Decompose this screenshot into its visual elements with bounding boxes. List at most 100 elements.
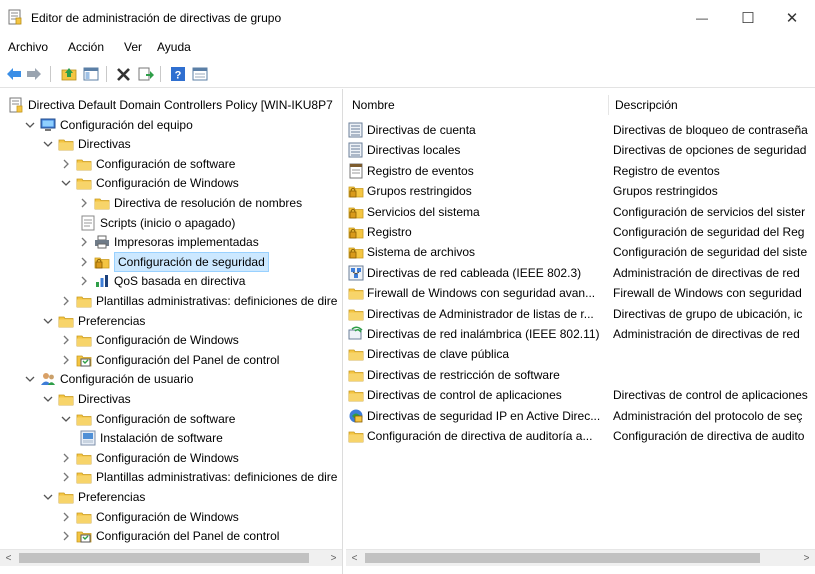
list-item[interactable]: Servicios del sistema Configuración de se… [346,202,815,222]
chevron-down-icon[interactable] [60,173,72,193]
list-item[interactable]: Directivas locales Directivas de opciones… [346,140,815,160]
chevron-right-icon[interactable] [60,350,72,370]
tree-item[interactable]: Directivas [0,389,342,409]
menu-ayuda[interactable]: Ayuda [157,40,191,54]
tree-item-label: Directivas [78,137,131,152]
chevron-right-icon[interactable] [60,507,72,527]
tree-item[interactable]: Directiva de resolución de nombres [0,193,342,213]
chevron-right-icon[interactable] [60,154,72,174]
tree-item[interactable]: Impresoras implementadas [0,232,342,252]
tree-item[interactable]: Configuración de software [0,409,342,429]
tree-item[interactable]: Instalación de software [0,428,342,448]
list-item[interactable]: Directivas de control de aplicaciones Dir… [346,385,815,405]
scroll-left-arrow-icon[interactable]: < [0,550,17,567]
chevron-down-icon[interactable] [24,369,36,389]
back-button[interactable] [5,65,23,83]
chevron-down-icon[interactable] [42,311,54,331]
tree-item[interactable]: Plantillas administrativas: definiciones… [0,467,342,487]
tree-item[interactable]: Configuración de Windows [0,507,342,527]
column-divider[interactable] [608,95,609,115]
chevron-down-icon[interactable] [42,134,54,154]
chevron-right-icon[interactable] [78,232,90,252]
column-header-description[interactable]: Descripción [615,95,678,115]
toolbar-separator [106,66,107,82]
list-item-description: Configuración de servicios del sister [613,204,806,219]
folder-icon [94,195,110,211]
column-header-name[interactable]: Nombre [352,95,395,115]
chevron-down-icon[interactable] [42,389,54,409]
menu-ver[interactable]: Ver [124,40,142,54]
tree-item[interactable]: Configuración del equipo [0,115,342,135]
up-one-level-button[interactable] [60,65,78,83]
list-item[interactable]: Grupos restringidos Grupos restringidos [346,181,815,201]
list-item[interactable]: Registro Configuración de seguridad del R… [346,222,815,242]
chevron-right-icon[interactable] [78,193,90,213]
chevron-right-icon[interactable] [60,448,72,468]
tree-item[interactable]: QoS basada en directiva [0,271,342,291]
show-hide-tree-button[interactable] [82,65,100,83]
help-button[interactable]: ? [169,65,187,83]
tree-item[interactable]: Configuración de software [0,154,342,174]
scroll-right-arrow-icon[interactable]: > [325,550,342,567]
list-horizontal-scrollbar[interactable]: < > [346,549,815,566]
tree-horizontal-scrollbar[interactable]: < > [0,549,342,566]
list-item-name: Directivas locales [367,143,461,158]
chevron-down-icon[interactable] [24,115,36,135]
chevron-right-icon[interactable] [60,291,72,311]
scroll-thumb[interactable] [365,553,760,563]
forward-button[interactable] [25,65,43,83]
list-item[interactable]: Configuración de directiva de auditoría … [346,426,815,446]
properties-button[interactable] [191,65,209,83]
export-list-button[interactable] [137,65,155,83]
list-item[interactable]: Directivas de restricción de software [346,365,815,385]
chevron-right-icon[interactable] [60,526,72,546]
list-item[interactable]: Firewall de Windows con seguridad avan..… [346,283,815,303]
tree-item[interactable]: Preferencias [0,311,342,331]
scroll-thumb[interactable] [19,553,309,563]
chevron-right-icon[interactable] [60,330,72,350]
script-icon [80,215,96,231]
tree-item[interactable]: Configuración de Windows [0,173,342,193]
tree-item[interactable]: Configuración de Windows [0,448,342,468]
chevron-down-icon[interactable] [60,409,72,429]
list-item[interactable]: Directivas de red inalámbrica (IEEE 802.… [346,324,815,344]
tree-item-label: Configuración de software [96,411,236,426]
list-item-name: Directivas de red cableada (IEEE 802.3) [367,265,582,280]
tree-item[interactable]: Plantillas administrativas: definiciones… [0,291,342,311]
list-item[interactable]: Directivas de cuenta Directivas de bloque… [346,120,815,140]
list-item[interactable]: Directivas de red cableada (IEEE 802.3) A… [346,263,815,283]
menu-archivo[interactable]: Archivo [8,40,48,54]
tree-item[interactable]: Scripts (inicio o apagado) [0,213,342,233]
tree-item[interactable]: Configuración de usuario [0,369,342,389]
list-item[interactable]: Registro de eventos Registro de eventos [346,161,815,181]
folder-icon [76,156,92,172]
list-item[interactable]: Directivas de seguridad IP en Active Dir… [346,406,815,426]
maximize-button[interactable]: ☐ [725,0,771,36]
list-item[interactable]: Directivas de Administrador de listas de… [346,304,815,324]
chevron-down-icon[interactable] [42,487,54,507]
export-list-icon [138,67,154,81]
menu-accion[interactable]: Acción [68,40,104,54]
chevron-right-icon[interactable] [60,467,72,487]
chevron-right-icon[interactable] [78,252,90,272]
chevron-right-icon[interactable] [78,271,90,291]
minimize-icon: — [696,11,708,25]
close-button[interactable]: ✕ [769,0,815,36]
list-item[interactable]: Directivas de clave pública [346,344,815,364]
list-item[interactable]: Sistema de archivos Configuración de segu… [346,242,815,262]
delete-button[interactable] [115,65,133,83]
control-panel-icon [76,352,92,368]
tree-item[interactable]: Configuración de Windows [0,330,342,350]
tree-item[interactable]: Directiva Default Domain Controllers Pol… [0,95,342,115]
tree-item-label: Preferencias [78,490,146,504]
tree-item[interactable]: Configuración del Panel de control [0,526,342,546]
tree-item[interactable]: Preferencias [0,487,342,507]
event-log-icon [348,163,364,179]
minimize-button[interactable]: — [679,0,725,36]
scroll-left-arrow-icon[interactable]: < [346,550,363,567]
tree-item[interactable]: Configuración del Panel de control [0,350,342,370]
tree-item[interactable]: Directivas [0,134,342,154]
tree-item[interactable]: Configuración de seguridad [0,251,342,272]
scroll-right-arrow-icon[interactable]: > [798,550,815,567]
list-item-name: Configuración de directiva de auditoría … [367,429,593,443]
